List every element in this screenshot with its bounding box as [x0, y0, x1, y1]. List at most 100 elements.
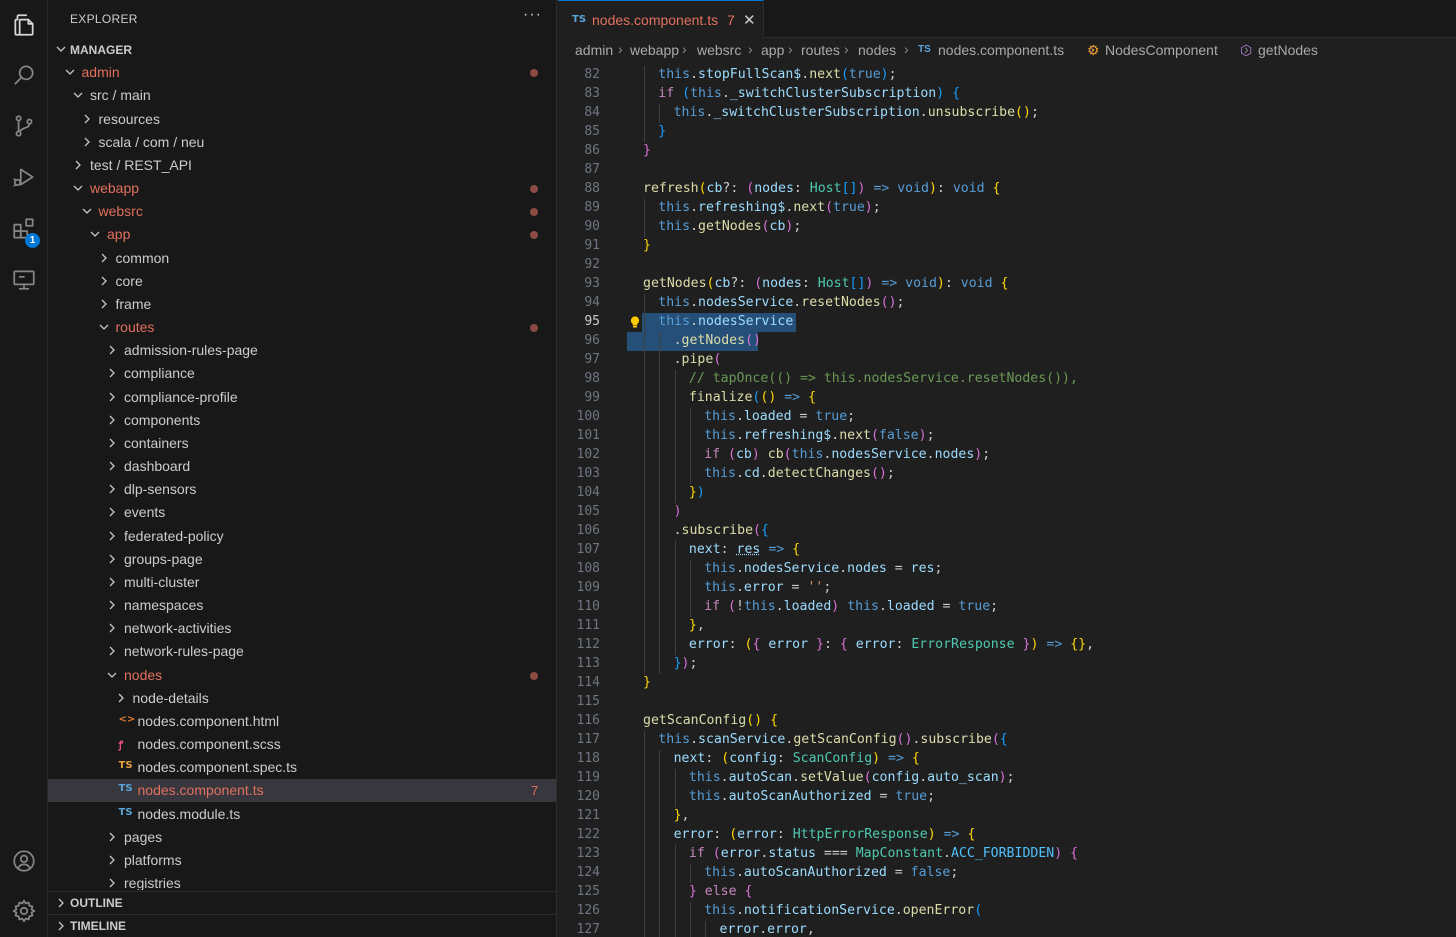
tree-folder-nodes[interactable]: nodes — [48, 664, 556, 687]
tree-folder-test-rest-api[interactable]: test / REST_API — [48, 154, 556, 177]
line-number: 95 — [584, 314, 600, 329]
tree-folder-webapp[interactable]: webapp — [48, 177, 556, 200]
indent-guide — [674, 788, 676, 807]
indent-guide — [644, 807, 645, 826]
breadcrumb-item[interactable]: getNodes — [1258, 42, 1318, 58]
indent-guide — [644, 503, 645, 522]
chevron-down-icon — [54, 42, 68, 56]
breadcrumb-item[interactable]: websrc — [697, 42, 741, 58]
tree-folder-dashboard[interactable]: dashboard — [48, 455, 556, 478]
breadcrumb-item[interactable]: nodes — [858, 42, 896, 58]
outline-label: OUTLINE — [70, 896, 123, 910]
tree-item-label: compliance — [124, 365, 195, 382]
tree-folder-namespaces[interactable]: namespaces — [48, 594, 556, 617]
tree-folder-groups-page[interactable]: groups-page — [48, 548, 556, 571]
code-line: 85} — [558, 123, 1456, 142]
lightbulb-icon[interactable] — [628, 315, 642, 329]
tree-folder-app[interactable]: app — [48, 223, 556, 246]
tree-folder-routes[interactable]: routes — [48, 316, 556, 339]
code-editor[interactable]: 82 this.stopFullScan$.next(true); 83 if (th… — [558, 62, 1456, 937]
indent-guide — [689, 408, 691, 427]
outline-panel-header[interactable]: OUTLINE — [48, 891, 556, 914]
tree-file-nodes-module-ts[interactable]: TS nodes.module.ts — [48, 803, 556, 826]
breadcrumb-item[interactable]: routes — [801, 42, 840, 58]
tree-item-label: dashboard — [124, 458, 191, 475]
tree-folder-platforms[interactable]: platforms — [48, 849, 556, 872]
code-text: .subscribe({ — [673, 523, 769, 538]
indent-guide — [689, 598, 691, 617]
typescript-file-icon: TS — [118, 760, 133, 772]
line-number: 103 — [576, 466, 600, 481]
tree-folder-core[interactable]: core — [48, 270, 556, 293]
tree-folder-node-details[interactable]: node-details — [48, 687, 556, 710]
code-text: this.nodesService.resetNodes(); — [658, 295, 905, 310]
line-number: 107 — [576, 542, 600, 557]
tree-folder-pages[interactable]: pages — [48, 826, 556, 849]
tree-folder-registries[interactable]: registries — [48, 872, 556, 890]
tree-folder-federated-policy[interactable]: federated-policy — [48, 525, 556, 548]
source-control-icon[interactable] — [0, 102, 48, 150]
breadcrumb-item[interactable]: NodesComponent — [1105, 42, 1218, 58]
tree-folder-compliance-profile[interactable]: compliance-profile — [48, 386, 556, 409]
settings-gear-icon[interactable] — [0, 887, 48, 935]
indent-guide — [644, 408, 645, 427]
tree-folder-components[interactable]: components — [48, 409, 556, 432]
line-number: 96 — [584, 333, 600, 348]
code-line: 116 getScanConfig() { — [558, 712, 1456, 731]
breadcrumb-item[interactable]: app — [761, 42, 784, 58]
tree-folder-scala-com-neu[interactable]: scala / com / neu — [48, 131, 556, 154]
tree-folder-multi-cluster[interactable]: multi-cluster — [48, 571, 556, 594]
code-line: 114} — [558, 674, 1456, 693]
modified-dot — [530, 69, 538, 78]
tree-folder-manager[interactable]: MANAGER — [48, 38, 556, 61]
tree-folder-network-rules-page[interactable]: network-rules-page — [48, 640, 556, 663]
indent-guide — [644, 66, 645, 85]
tree-folder-network-activities[interactable]: network-activities — [48, 617, 556, 640]
tree-folder-common[interactable]: common — [48, 247, 556, 270]
code-line: 91} — [558, 237, 1456, 256]
tree-folder-events[interactable]: events — [48, 501, 556, 524]
tree-folder-resources[interactable]: resources — [48, 108, 556, 131]
tree-folder-dlp-sensors[interactable]: dlp-sensors — [48, 478, 556, 501]
indent-guide — [644, 484, 645, 503]
tree-folder-containers[interactable]: containers — [48, 432, 556, 455]
code-line: 82 this.stopFullScan$.next(true); — [558, 66, 1456, 85]
tree-folder-compliance[interactable]: compliance — [48, 362, 556, 385]
code-text: this.cd.detectChanges(); — [704, 466, 895, 481]
tree-file-nodes-component-scss[interactable]: ꝭ nodes.component.scss — [48, 733, 556, 756]
indent-guide — [674, 465, 676, 484]
indent-guide — [644, 522, 645, 541]
breadcrumb-item[interactable]: webapp — [630, 42, 679, 58]
tree-folder-admin[interactable]: admin — [48, 61, 556, 84]
modified-dot — [530, 208, 538, 217]
tree-folder-websrc[interactable]: websrc — [48, 200, 556, 223]
chevron-right-icon — [105, 436, 119, 450]
chevron-right-icon: › — [618, 41, 623, 57]
close-tab-icon[interactable]: ✕ — [743, 11, 756, 29]
tree-folder-admission-rules-page[interactable]: admission-rules-page — [48, 339, 556, 362]
account-icon[interactable] — [0, 837, 48, 885]
line-number: 126 — [576, 903, 600, 918]
tree-file-nodes-component-ts[interactable]: TS nodes.component.ts 7 — [48, 779, 556, 803]
indent-guide — [659, 446, 661, 465]
timeline-panel-header[interactable]: TIMELINE — [48, 914, 556, 937]
code-text: this.loaded = true; — [704, 409, 856, 424]
tree-folder-frame[interactable]: frame — [48, 293, 556, 316]
explorer-icon[interactable] — [0, 1, 48, 49]
search-icon[interactable] — [0, 51, 48, 99]
tree-file-nodes-component-html[interactable]: <> nodes.component.html — [48, 710, 556, 733]
code-line: 104}) — [558, 484, 1456, 503]
tab-nodes-component-ts[interactable]: TS nodes.component.ts 7 ✕ — [558, 0, 764, 38]
extensions-icon[interactable]: 1 — [0, 205, 48, 253]
more-actions-button[interactable]: ··· — [523, 6, 542, 24]
run-debug-icon[interactable] — [0, 153, 48, 201]
tree-folder-src-main[interactable]: src / main — [48, 84, 556, 107]
indent-guide — [659, 750, 661, 769]
tree-file-nodes-component-spec-ts[interactable]: TS nodes.component.spec.ts — [48, 756, 556, 779]
code-text: this.autoScanAuthorized = true; — [688, 789, 936, 804]
breadcrumb-item[interactable]: nodes.component.ts — [938, 42, 1064, 58]
breadcrumb-item[interactable]: admin — [575, 42, 613, 58]
chevron-right-icon — [97, 297, 111, 311]
remote-explorer-icon[interactable] — [0, 255, 48, 303]
tree-item-label: test / REST_API — [90, 156, 192, 173]
